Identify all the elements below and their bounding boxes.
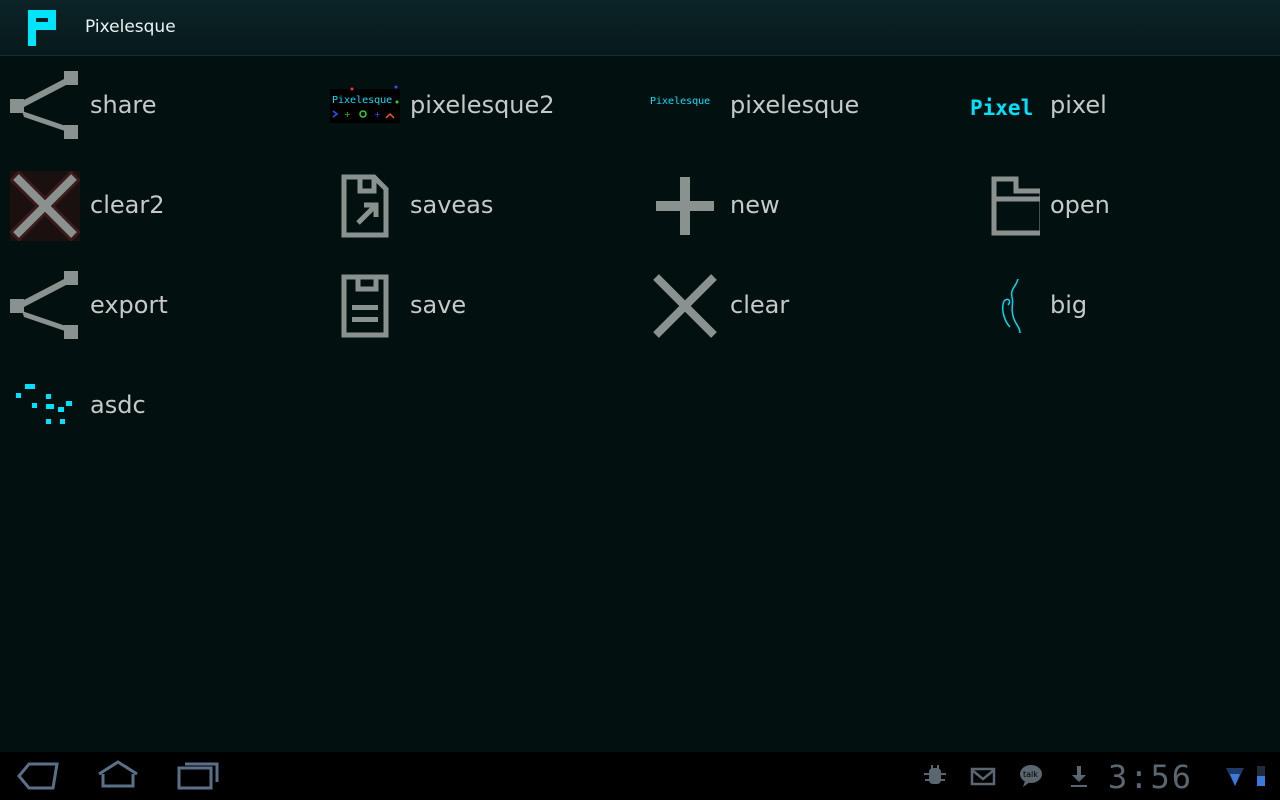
x-icon: [653, 274, 717, 338]
home-icon[interactable]: [95, 760, 141, 792]
grid-item-export[interactable]: export: [0, 256, 320, 356]
battery-icon[interactable]: [1248, 764, 1274, 788]
grid-item-new[interactable]: new: [640, 156, 960, 256]
grid-item-clear[interactable]: clear: [640, 256, 960, 356]
app-title: Pixelesque: [85, 17, 176, 37]
drawing-grid: share Pixelesque + + pixelesque2 Pixeles…: [0, 56, 1280, 752]
item-label: big: [1050, 291, 1088, 319]
grid-item-pixelesque2[interactable]: Pixelesque + + pixelesque2: [320, 56, 640, 156]
item-label: export: [90, 291, 168, 319]
item-label: clear: [730, 291, 790, 319]
recent-apps-icon[interactable]: [175, 760, 221, 792]
grid-item-pixel[interactable]: Pixel pixel: [960, 56, 1280, 156]
grid-item-save[interactable]: save: [320, 256, 640, 356]
share-icon: [10, 71, 78, 139]
item-label: pixelesque: [730, 91, 860, 119]
pixel-thumbnail-icon: Pixel: [970, 96, 1033, 120]
status-clock[interactable]: 3:56: [1108, 758, 1193, 796]
svg-text:+: +: [374, 110, 381, 119]
svg-text:Pixelesque: Pixelesque: [650, 96, 710, 107]
gmail-icon[interactable]: [970, 764, 996, 788]
talk-icon[interactable]: talk: [1018, 764, 1044, 788]
svg-text:Pixelesque: Pixelesque: [332, 95, 392, 106]
folder-icon: [991, 176, 1040, 236]
wifi-icon[interactable]: [1222, 764, 1248, 788]
back-icon[interactable]: [15, 760, 61, 792]
pixelesque-thumbnail-icon: Pixelesque: [650, 96, 710, 107]
svg-text:Pixel: Pixel: [970, 96, 1033, 120]
share-icon: [10, 271, 78, 339]
svg-text:+: +: [344, 110, 351, 119]
pixelesque2-thumbnail-icon: Pixelesque + +: [330, 85, 400, 123]
android-debug-icon[interactable]: [922, 764, 948, 788]
big-thumbnail-icon: [1001, 278, 1021, 334]
save-as-icon: [341, 174, 389, 238]
item-label: clear2: [90, 191, 165, 219]
grid-item-saveas[interactable]: saveas: [320, 156, 640, 256]
download-icon[interactable]: [1066, 764, 1092, 788]
item-label: asdc: [90, 391, 146, 419]
svg-text:talk: talk: [1023, 770, 1038, 779]
grid-item-asdc[interactable]: asdc: [0, 356, 320, 456]
save-icon: [341, 274, 389, 338]
item-label: pixel: [1050, 91, 1107, 119]
item-label: saveas: [410, 191, 494, 219]
grid-item-pixelesque[interactable]: Pixelesque pixelesque: [640, 56, 960, 156]
item-label: new: [730, 191, 780, 219]
action-bar: Pixelesque: [0, 0, 1280, 56]
item-label: share: [90, 91, 157, 119]
item-label: pixelesque2: [410, 91, 555, 119]
app-logo-icon[interactable]: [28, 10, 60, 46]
item-label: save: [410, 291, 467, 319]
grid-item-share[interactable]: share: [0, 56, 320, 156]
item-label: open: [1050, 191, 1110, 219]
clear2-x-icon: [10, 171, 80, 241]
system-bar: talk 3:56: [0, 752, 1280, 800]
plus-icon: [656, 177, 714, 235]
grid-item-clear2[interactable]: clear2: [0, 156, 320, 256]
grid-item-big[interactable]: big: [960, 256, 1280, 356]
asdc-thumbnail-icon: [16, 384, 72, 424]
grid-item-open[interactable]: open: [960, 156, 1280, 256]
